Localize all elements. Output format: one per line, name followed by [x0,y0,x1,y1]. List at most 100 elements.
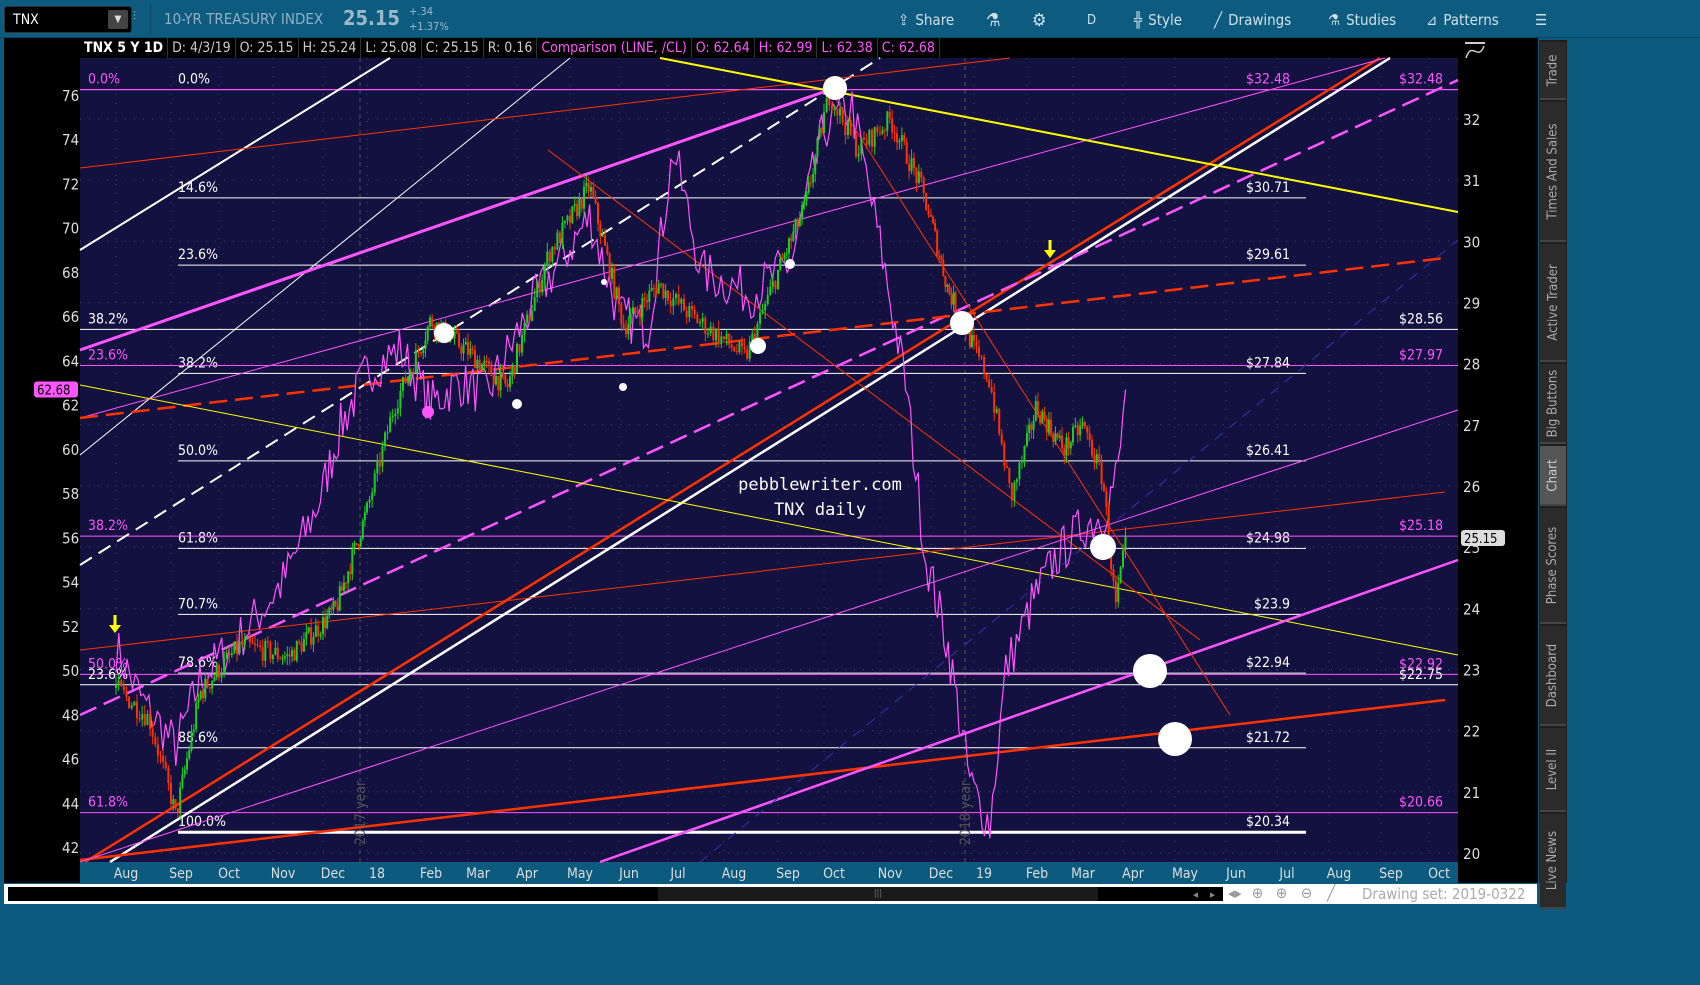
candle [636,312,639,314]
candle [883,130,886,132]
candle [556,232,559,250]
candle [485,360,488,362]
fib-level-percent: 50.0% [178,443,218,459]
candle [585,183,588,187]
candle [199,691,202,699]
candle [162,755,165,762]
candle [474,350,476,369]
candle [677,294,680,304]
candle [305,632,308,639]
candle [283,656,286,659]
candle [796,219,799,227]
fib-level-percent: 38.2% [88,518,128,534]
candle [481,363,483,370]
x-axis-tick: Apr [516,866,539,882]
fib-level-price: $32.48 [1399,72,1443,88]
candle [613,267,616,298]
candle [293,650,296,661]
candle [639,312,641,318]
candle [728,333,731,345]
x-axis-tick: Nov [271,866,296,882]
candle [1056,433,1059,438]
right-axis-tick: 27 [1463,417,1480,435]
zoom-out-icon[interactable]: ⊖ [1301,884,1312,902]
candle [847,120,849,136]
candle [381,446,384,467]
crosshair-icon[interactable]: ⊕ [1252,884,1263,902]
candle [696,314,699,324]
candle [190,731,193,751]
drawing-set-selector[interactable]: Drawing set: 2019-0322 [1362,885,1525,903]
side-tab-phase-scores[interactable]: Phase Scores [1540,508,1566,624]
candle [954,292,957,314]
candle [1083,422,1086,427]
zoom-in-icon[interactable]: ⊕ [1276,884,1287,902]
side-tab-chart[interactable]: Chart [1540,446,1566,506]
candle [563,220,566,223]
candle [680,298,683,304]
candle [831,105,833,110]
candle [801,204,804,218]
left-axis-tick: 42 [62,839,79,857]
right-axis-tick: 21 [1463,784,1480,802]
candle [546,251,549,266]
candle [857,153,860,157]
candle [269,642,272,659]
candle [597,202,599,224]
candle [384,432,386,447]
candle [125,690,128,697]
watermark: pebblewriter.com TNX daily [700,473,940,523]
candle [836,108,839,116]
candle [412,371,415,374]
price-chart[interactable]: 0.0% $32.48 14.6% $30.71 23.6% $29.61 38.2% $27… [0,0,1540,884]
candle [925,193,928,211]
candle [543,265,546,280]
candle [355,543,358,545]
candle [913,158,915,169]
side-tab-big-buttons[interactable]: Big Buttons [1540,364,1566,444]
pan-icon[interactable]: ◂▸ [1228,884,1242,902]
x-axis-tick: Aug [114,866,139,882]
candle [669,300,672,307]
candle [223,658,226,674]
candle [1105,490,1108,508]
draw-line-icon[interactable]: ╱ [1327,884,1335,902]
candle [905,141,908,164]
candle [176,808,179,813]
candle [213,677,216,681]
side-tab-dashboard[interactable]: Dashboard [1540,626,1566,726]
candle [942,259,945,276]
candle [1032,420,1035,430]
candle [254,643,256,645]
candle [266,641,269,643]
candle [208,687,211,689]
candle [950,294,953,305]
scrollbar-thumb[interactable]: ||| [658,887,1098,901]
candle [1028,424,1031,433]
candle [855,134,857,157]
right-axis-tick: 23 [1463,661,1480,679]
candle [300,642,303,652]
studies-toggle-icon[interactable] [1465,42,1485,59]
candle [251,642,254,644]
candle [322,617,324,635]
candle [1036,401,1039,416]
fib-level-price: $20.66 [1399,795,1443,811]
fib-level-price: $22.75 [1399,667,1443,683]
side-tab-level-ii[interactable]: Level II [1540,728,1566,812]
candle [620,303,623,324]
side-tab-times-and-sales[interactable]: Times And Sales [1540,102,1566,242]
candle [704,317,707,335]
candle [860,137,863,154]
side-tab-trade[interactable]: Trade [1540,42,1566,100]
candle [688,305,691,318]
candle [625,327,627,335]
scroll-left-icon[interactable]: ◂ [1193,888,1198,901]
side-tab-live-news[interactable]: Live News [1540,814,1566,909]
candle [521,334,524,353]
candle [653,287,655,289]
side-tab-active-trader[interactable]: Active Trader [1540,244,1566,362]
candle [206,678,209,688]
candle [502,371,504,375]
scroll-right-icon[interactable]: ▸ [1210,888,1215,901]
